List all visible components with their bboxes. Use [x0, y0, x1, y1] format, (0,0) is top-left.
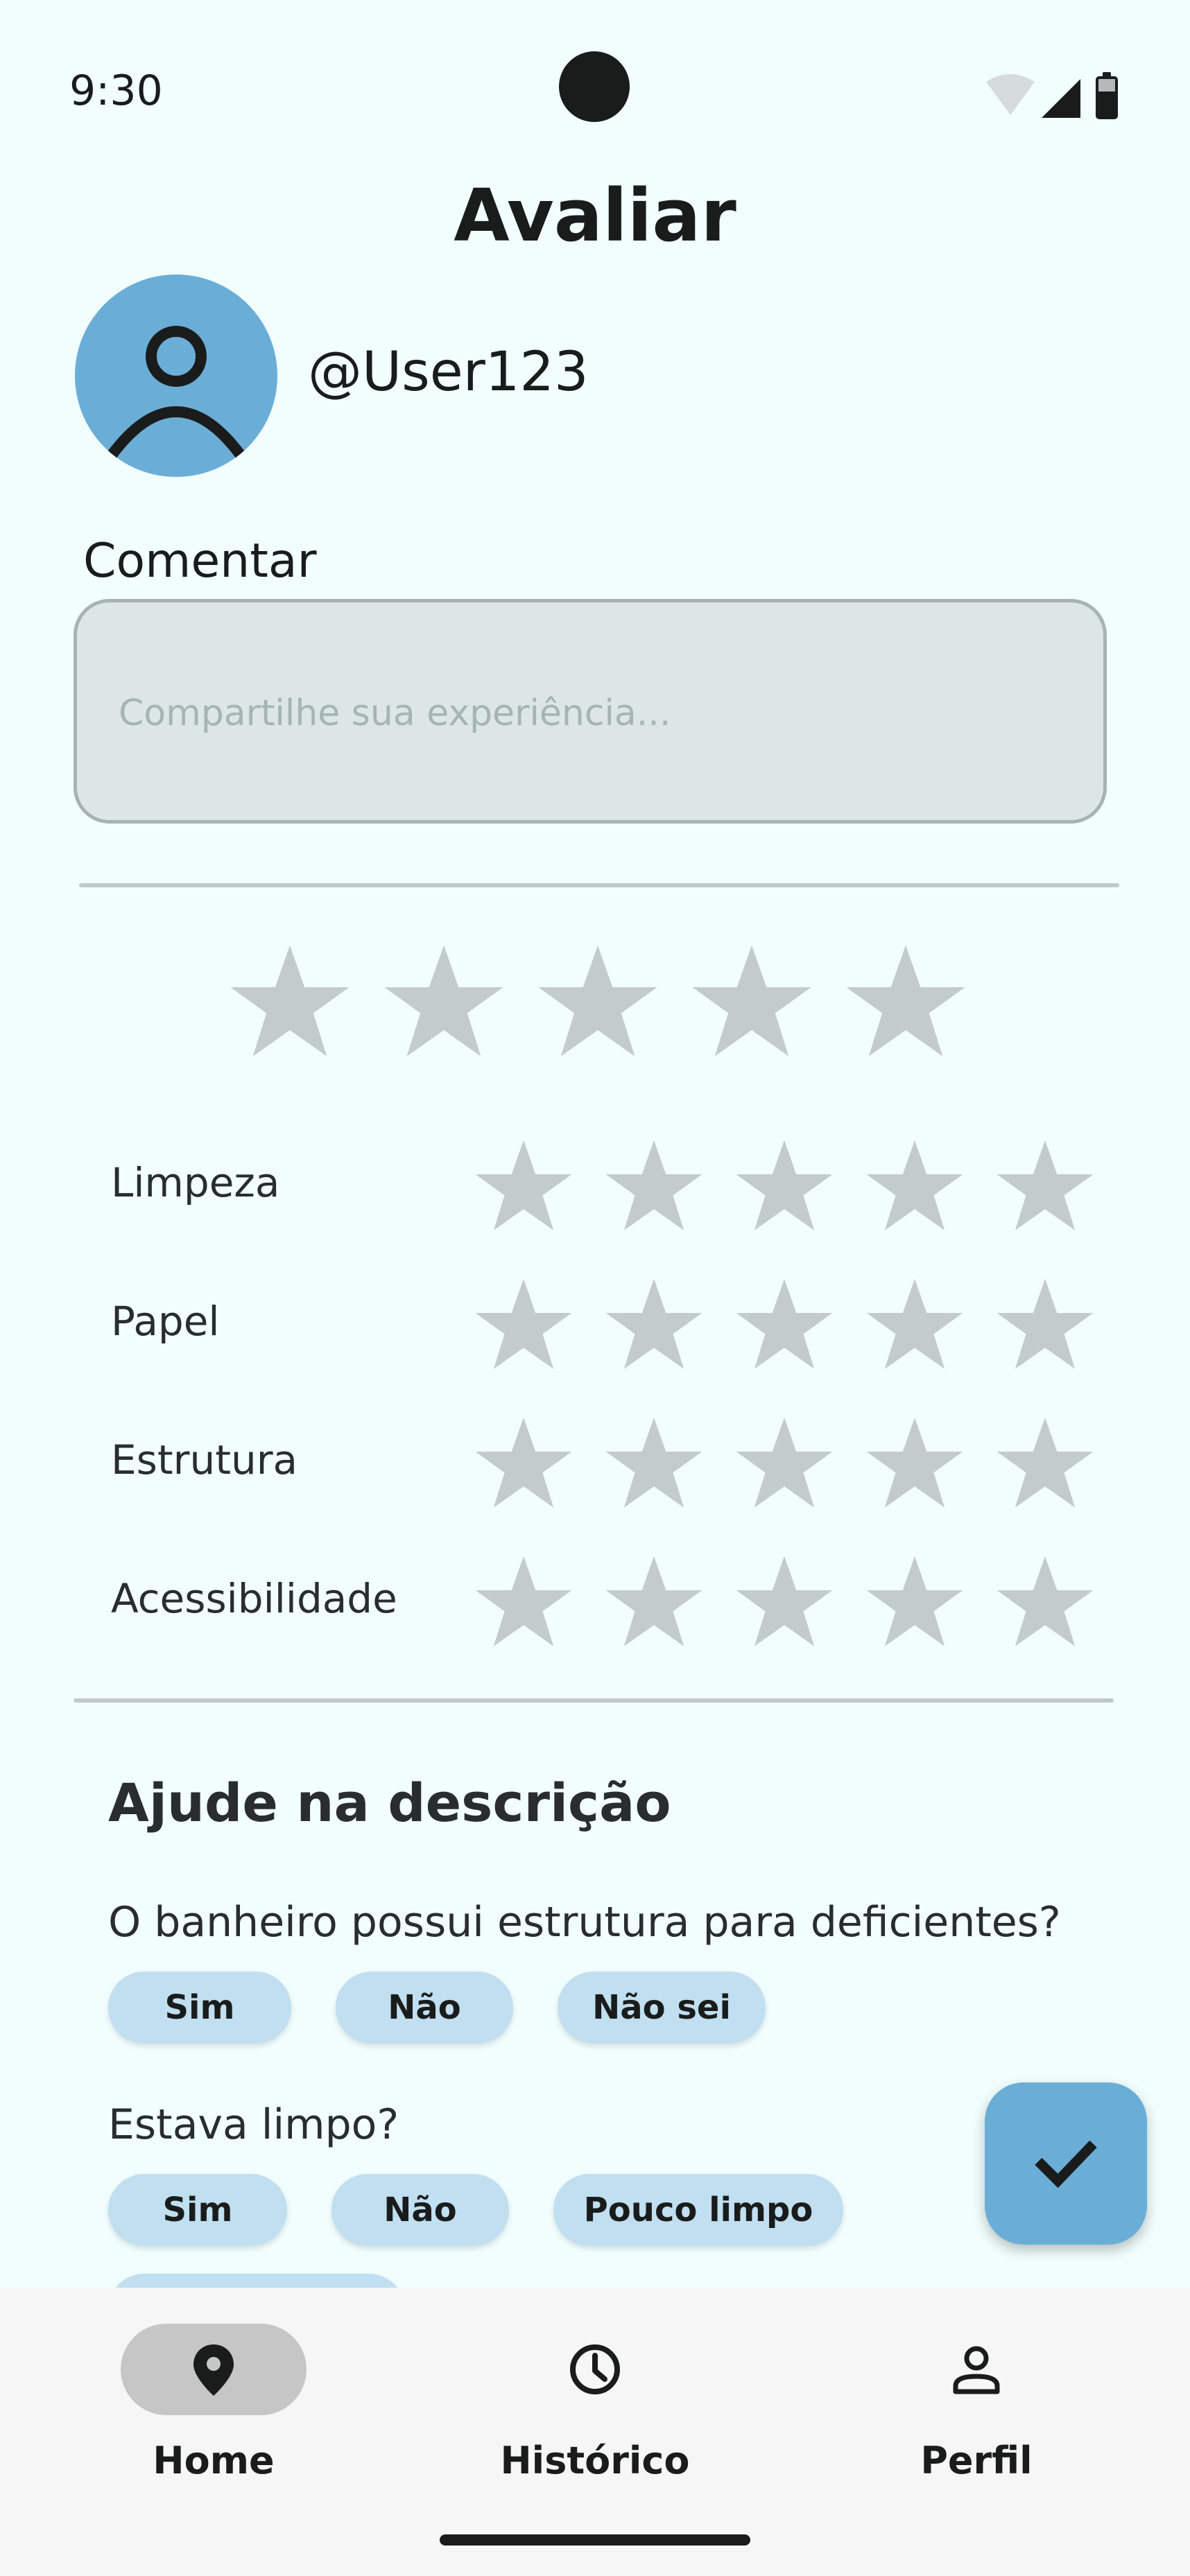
page-title: Avaliar	[454, 173, 736, 258]
camera-cutout	[559, 51, 630, 122]
rating-star-icon[interactable]	[864, 1416, 965, 1517]
answer-chip[interactable]: Não sei	[558, 1972, 766, 2044]
person-icon	[105, 326, 247, 462]
nav-item-home[interactable]: Home	[75, 2321, 352, 2487]
divider	[74, 1698, 1114, 1703]
criterion-rating	[465, 1416, 1103, 1520]
answer-chip[interactable]: Pouco limpo	[553, 2174, 843, 2246]
nav-label-perfil: Perfil	[920, 2439, 1033, 2482]
rating-star-icon[interactable]	[381, 943, 506, 1068]
comment-field[interactable]: Compartilhe sua experiência...	[74, 599, 1107, 824]
rating-star-icon[interactable]	[473, 1416, 574, 1517]
overall-rating	[222, 943, 985, 1074]
rating-star-icon[interactable]	[864, 1277, 965, 1378]
status-time: 9:30	[69, 67, 163, 115]
rating-star-icon[interactable]	[864, 1138, 965, 1239]
rating-star-icon[interactable]	[994, 1416, 1096, 1517]
answer-chip-label: Não	[388, 1988, 461, 2027]
answer-chip-label: Não	[383, 2191, 457, 2229]
divider	[79, 883, 1119, 887]
question-text: O banheiro possui estrutura para deficie…	[108, 1898, 1061, 1947]
person-icon	[953, 2346, 1000, 2394]
criterion-label: Limpeza	[111, 1159, 280, 1206]
nav-label-historico: Histórico	[500, 2439, 690, 2482]
rating-star-icon[interactable]	[689, 943, 814, 1068]
wifi-icon	[986, 74, 1035, 115]
rating-star-icon[interactable]	[603, 1554, 705, 1655]
criterion-rating	[465, 1138, 1103, 1242]
question-text: Estava limpo?	[108, 2100, 399, 2149]
home-indicator	[440, 2534, 750, 2545]
nav-item-historico[interactable]: Histórico	[456, 2321, 734, 2487]
check-icon	[1035, 2140, 1097, 2188]
comment-placeholder: Compartilhe sua experiência...	[119, 693, 671, 734]
rating-star-icon[interactable]	[734, 1416, 835, 1517]
rating-star-icon[interactable]	[734, 1277, 835, 1378]
answer-chip[interactable]: Sim	[108, 1972, 291, 2044]
criterion-label: Estrutura	[111, 1436, 298, 1483]
answer-chip-label: Sim	[162, 2191, 233, 2229]
answer-chip-label: Sim	[164, 1988, 235, 2027]
criterion-rating	[465, 1554, 1103, 1658]
rating-star-icon[interactable]	[473, 1138, 574, 1239]
help-title: Ajude na descrição	[108, 1772, 671, 1834]
rating-star-icon[interactable]	[473, 1277, 574, 1378]
battery-icon	[1096, 72, 1118, 119]
rating-star-icon[interactable]	[994, 1554, 1096, 1655]
comment-label: Comentar	[83, 534, 317, 589]
rating-star-icon[interactable]	[734, 1554, 835, 1655]
rating-star-icon[interactable]	[734, 1138, 835, 1239]
rating-star-icon[interactable]	[603, 1416, 705, 1517]
nav-item-perfil[interactable]: Perfil	[838, 2321, 1115, 2487]
criterion-rating	[465, 1277, 1103, 1381]
status-icons	[985, 69, 1123, 125]
rating-star-icon[interactable]	[603, 1277, 705, 1378]
location-pin-icon	[193, 2344, 234, 2396]
rating-star-icon[interactable]	[994, 1277, 1096, 1378]
rating-star-icon[interactable]	[227, 943, 352, 1068]
avatar[interactable]	[75, 275, 277, 477]
nav-label-home: Home	[153, 2439, 275, 2482]
criterion-label: Acessibilidade	[111, 1575, 397, 1622]
answer-chip[interactable]: Não	[331, 2174, 509, 2246]
rating-star-icon[interactable]	[603, 1138, 705, 1239]
username: @User123	[308, 341, 589, 403]
criterion-label: Papel	[111, 1298, 220, 1345]
bottom-nav: Home Histórico Perfil	[0, 2288, 1190, 2576]
rating-star-icon[interactable]	[843, 943, 968, 1068]
rating-star-icon[interactable]	[864, 1554, 965, 1655]
signal-icon	[1042, 79, 1080, 118]
rating-star-icon[interactable]	[473, 1554, 574, 1655]
answer-chip-label: Não sei	[592, 1988, 731, 2027]
status-bar: 9:30	[0, 0, 1190, 180]
rating-star-icon[interactable]	[535, 943, 660, 1068]
rating-star-icon[interactable]	[994, 1138, 1096, 1239]
clock-icon	[570, 2344, 620, 2394]
submit-fab[interactable]	[985, 2082, 1147, 2245]
answer-chip-label: Pouco limpo	[583, 2191, 813, 2229]
answer-chip[interactable]: Não	[336, 1972, 513, 2044]
answer-chip[interactable]: Sim	[108, 2174, 287, 2246]
